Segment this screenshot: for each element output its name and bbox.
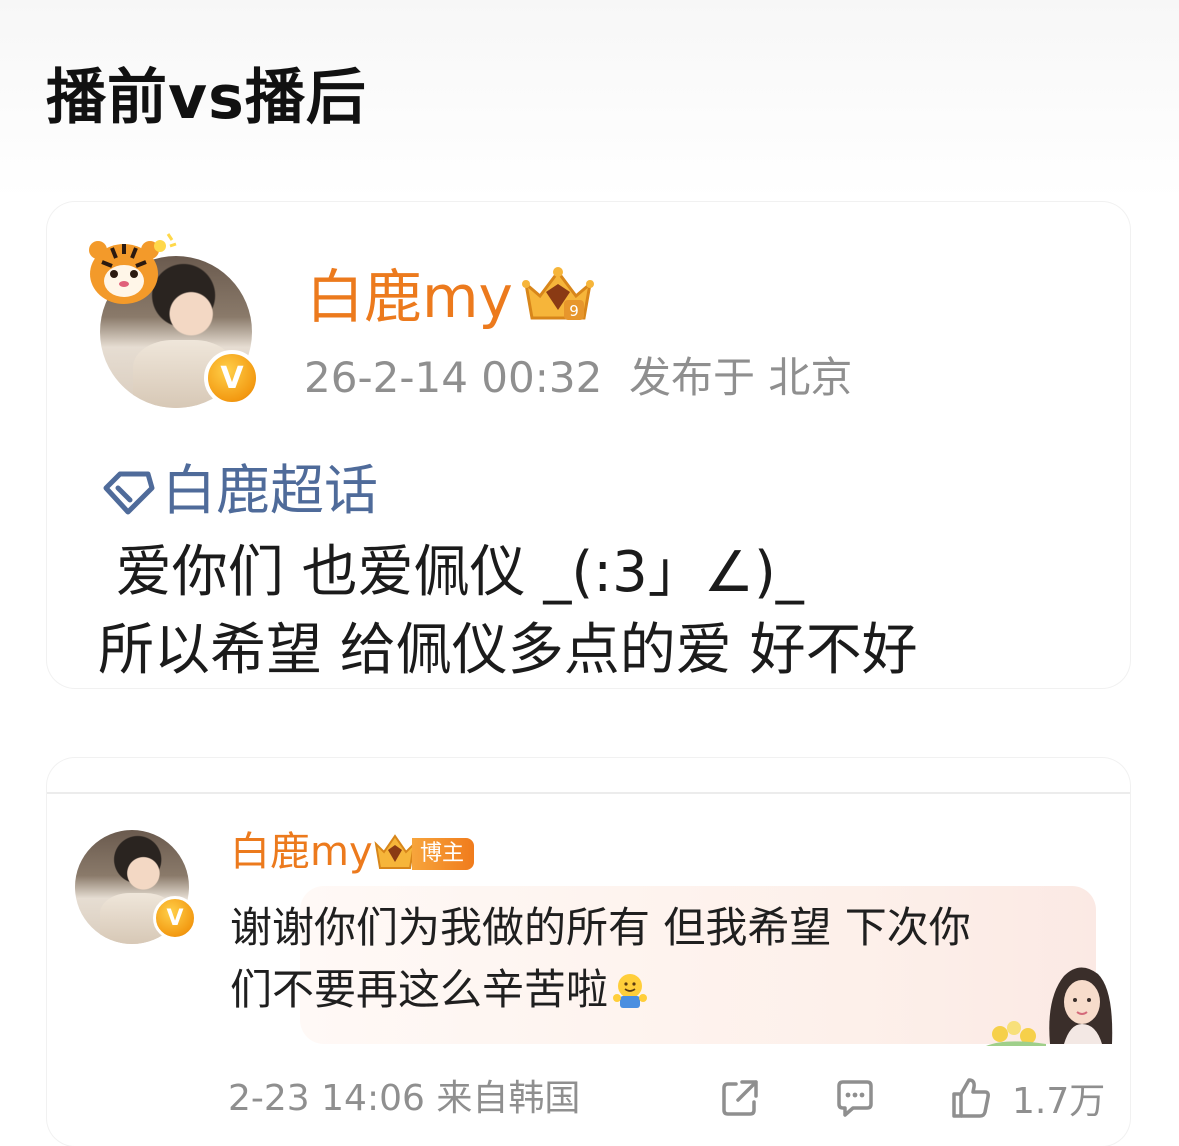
diamond-topic-icon: [103, 471, 155, 515]
post-time: 26-2-14 00:32: [304, 353, 603, 402]
comment-avatar[interactable]: V: [75, 830, 197, 944]
flower-decoration-icon: [986, 1021, 1046, 1046]
post-location: 发布于 北京: [629, 353, 853, 402]
like-count: 1.7万: [1012, 1081, 1106, 1122]
divider: [47, 792, 1130, 794]
comment-source: 来自韩国: [436, 1078, 581, 1119]
verified-badge-icon: V: [204, 350, 260, 406]
crown-membership-icon: 9: [522, 267, 594, 320]
comment-icon: [837, 1080, 873, 1117]
comment-text-line: 们不要再这么辛苦啦: [230, 962, 650, 1018]
svg-text:9: 9: [569, 302, 579, 320]
comment-text-line: 谢谢你们为我做的所有 但我希望 下次你: [230, 903, 971, 952]
portrait-sticker-icon: [1049, 967, 1113, 1044]
topic-link[interactable]: 白鹿超话: [100, 458, 378, 524]
comment-button[interactable]: [833, 1074, 877, 1122]
comment-time: 2-23 14:06: [228, 1078, 425, 1119]
like-button[interactable]: 1.7万: [948, 1074, 1105, 1122]
verified-badge-icon: V: [153, 896, 197, 940]
avatar[interactable]: V: [89, 233, 260, 408]
tiger-pendant-icon: [89, 233, 177, 304]
topic-label: 白鹿超话: [162, 459, 378, 522]
comment-author-name[interactable]: 白鹿my: [230, 826, 373, 878]
comment-meta: 2-23 14:06 来自韩国: [228, 1076, 580, 1122]
thumbs-up-icon: [952, 1078, 990, 1118]
post-text-line: 所以希望 给佩仪多点的爱 好不好: [98, 618, 918, 683]
share-icon: [722, 1080, 758, 1116]
share-button[interactable]: [718, 1074, 762, 1122]
author-badge: 博主: [412, 838, 475, 870]
post-text-line: 爱你们 也爱佩仪 _(:3」∠)_: [98, 540, 804, 605]
post-meta: 26-2-14 00:32 发布于 北京: [304, 352, 852, 404]
hug-emoji-icon: [613, 974, 648, 1008]
page-title: 播前vs播后: [46, 63, 367, 133]
post-author-name[interactable]: 白鹿my: [306, 262, 513, 332]
